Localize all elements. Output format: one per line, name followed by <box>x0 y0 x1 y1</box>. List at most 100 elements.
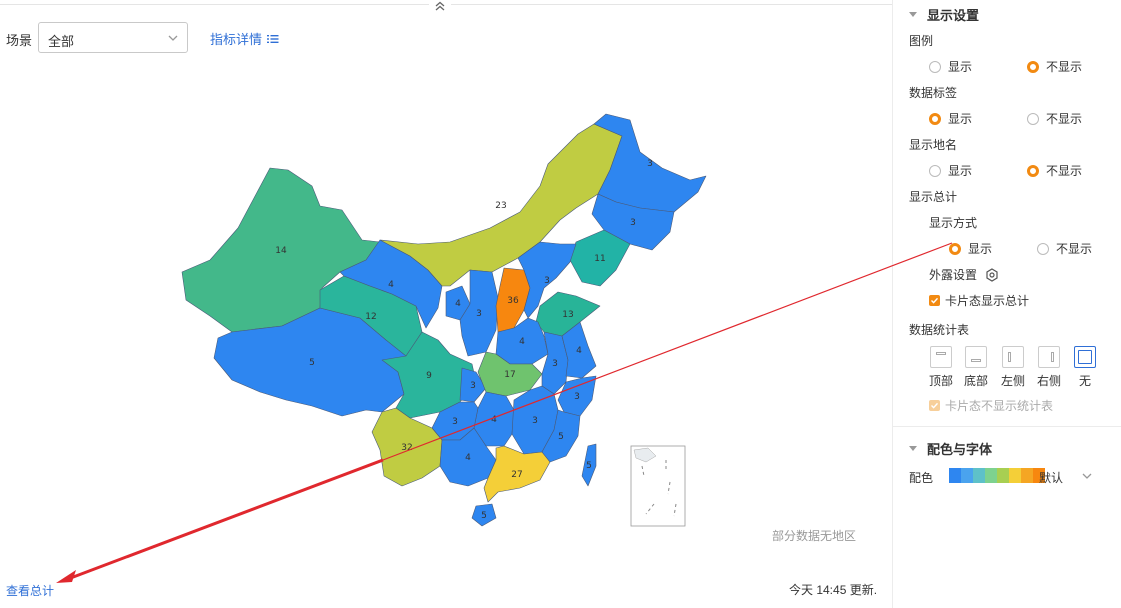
radio-circle-icon <box>1027 112 1039 125</box>
legend-hide-radio[interactable]: 不显示 <box>1027 58 1082 75</box>
place-name-hide-label: 不显示 <box>1046 164 1083 178</box>
region-value-label: 27 <box>511 470 522 480</box>
china-map: 14 5 12 4 23 3 3 11 4 3 36 3 13 4 9 3 17 3 4 3 4 3 3 32 4 27 5 5 5 <box>181 113 707 527</box>
radio-circle-icon <box>929 60 941 73</box>
region-value-label: 4 <box>576 346 582 356</box>
region-value-label: 4 <box>491 415 497 425</box>
data-label-hide-label: 不显示 <box>1046 112 1083 126</box>
stats-pos-top-label: 顶部 <box>928 374 953 388</box>
indicator-detail-link[interactable]: 指标详情 <box>210 29 279 48</box>
palette-color <box>1021 468 1033 483</box>
layout-top-icon <box>930 346 952 368</box>
region-value-label: 4 <box>388 280 394 290</box>
place-name-label: 显示地名 <box>909 138 958 152</box>
chevron-down-icon <box>168 35 178 41</box>
region-value-label: 36 <box>507 296 519 306</box>
place-name-show-label: 显示 <box>948 164 973 178</box>
list-icon <box>267 34 279 43</box>
card-hide-stats-checkbox[interactable]: 卡片态不显示统计表 <box>929 397 1053 414</box>
legend-show-label: 显示 <box>948 60 973 74</box>
region-value-label: 4 <box>455 299 461 309</box>
stats-pos-none[interactable]: 无 <box>1070 346 1100 389</box>
legend-hide-label: 不显示 <box>1046 60 1083 74</box>
region-value-label: 9 <box>426 371 432 381</box>
place-name-show-radio[interactable]: 显示 <box>929 162 972 179</box>
palette-color <box>1009 468 1021 483</box>
region-value-label: 5 <box>586 461 592 471</box>
caret-down-icon <box>909 12 917 17</box>
region-value-label: 4 <box>519 337 525 347</box>
radio-circle-icon <box>1027 60 1039 73</box>
legend-show-radio[interactable]: 显示 <box>929 58 972 75</box>
total-hide-label: 不显示 <box>1056 242 1093 256</box>
region-value-label: 3 <box>544 276 550 286</box>
stats-pos-top[interactable]: 顶部 <box>926 346 956 389</box>
palette-color <box>973 468 985 483</box>
region-value-label: 4 <box>465 453 471 463</box>
palette-color <box>961 468 973 483</box>
scene-label: 场景 <box>6 33 33 48</box>
chevron-down-icon[interactable] <box>1081 471 1093 481</box>
data-label-label: 数据标签 <box>909 86 958 100</box>
region-value-label: 3 <box>552 359 558 369</box>
region-value-label: 3 <box>630 218 636 228</box>
stats-pos-right-label: 右侧 <box>1036 374 1061 388</box>
stats-pos-bottom[interactable]: 底部 <box>961 346 991 389</box>
checkbox-checked-icon <box>929 400 940 411</box>
no-region-note: 部分数据无地区 <box>772 529 857 543</box>
legend-label: 图例 <box>909 34 934 48</box>
scene-select[interactable]: 全部 <box>38 22 188 53</box>
chart-canvas: 场景 全部 指标详情 14 5 12 4 23 3 3 11 4 3 36 3 … <box>0 0 892 608</box>
region-value-label: 5 <box>481 511 487 521</box>
color-font-header[interactable]: 配色与字体 <box>909 439 992 458</box>
data-label-show-radio[interactable]: 显示 <box>929 110 972 127</box>
region-value-label: 13 <box>562 310 573 320</box>
data-label-hide-radio[interactable]: 不显示 <box>1027 110 1082 127</box>
palette-color <box>985 468 997 483</box>
card-show-total-checkbox[interactable]: 卡片态显示总计 <box>929 292 1029 309</box>
layout-right-icon <box>1038 346 1060 368</box>
stats-pos-none-label: 无 <box>1078 374 1091 388</box>
data-label-show-label: 显示 <box>948 112 973 126</box>
expose-settings-label: 外露设置 <box>929 268 978 282</box>
stats-pos-right[interactable]: 右侧 <box>1034 346 1064 389</box>
radio-circle-icon <box>929 112 941 125</box>
layout-left-icon <box>1002 346 1024 368</box>
card-show-total-label: 卡片态显示总计 <box>945 294 1030 308</box>
settings-panel: 显示设置 图例 显示 不显示 数据标签 显示 不显示 显示地名 显示 不显示 显… <box>892 0 1121 608</box>
region-value-label: 12 <box>365 312 376 322</box>
stats-pos-left[interactable]: 左侧 <box>998 346 1028 389</box>
layout-bottom-icon <box>965 346 987 368</box>
total-show-radio[interactable]: 显示 <box>949 240 992 257</box>
palette-color <box>949 468 961 483</box>
stats-table-label: 数据统计表 <box>909 323 970 337</box>
expose-settings-row: 外露设置 <box>929 266 999 283</box>
collapse-toggle[interactable] <box>429 0 451 12</box>
region-value-label: 3 <box>476 309 482 319</box>
total-show-label: 显示 <box>968 242 993 256</box>
checkbox-checked-icon <box>929 295 940 306</box>
double-chevron-up-icon <box>435 1 445 11</box>
total-hide-radio[interactable]: 不显示 <box>1037 240 1092 257</box>
radio-circle-icon <box>949 242 961 255</box>
region-value-label: 3 <box>452 417 458 427</box>
view-total-link[interactable]: 查看总计 <box>6 582 54 599</box>
place-name-hide-radio[interactable]: 不显示 <box>1027 162 1082 179</box>
total-mode-label: 显示方式 <box>929 216 978 230</box>
display-settings-title: 显示设置 <box>927 8 980 23</box>
palette-color <box>997 468 1009 483</box>
radio-circle-icon <box>929 164 941 177</box>
palette-swatch[interactable] <box>949 468 1045 483</box>
gear-icon[interactable] <box>985 267 999 282</box>
region-value-label: 3 <box>532 416 538 426</box>
display-settings-header[interactable]: 显示设置 <box>909 5 979 24</box>
layout-none-icon <box>1074 346 1096 368</box>
south-sea-inset <box>630 445 686 527</box>
radio-circle-icon <box>1027 164 1039 177</box>
stats-pos-bottom-label: 底部 <box>963 374 988 388</box>
region-value-label: 11 <box>594 254 605 264</box>
card-hide-stats-label: 卡片态不显示统计表 <box>945 399 1054 413</box>
palette-label: 配色 <box>909 471 934 485</box>
region-value-label: 32 <box>401 443 412 453</box>
color-font-title: 配色与字体 <box>927 442 993 457</box>
